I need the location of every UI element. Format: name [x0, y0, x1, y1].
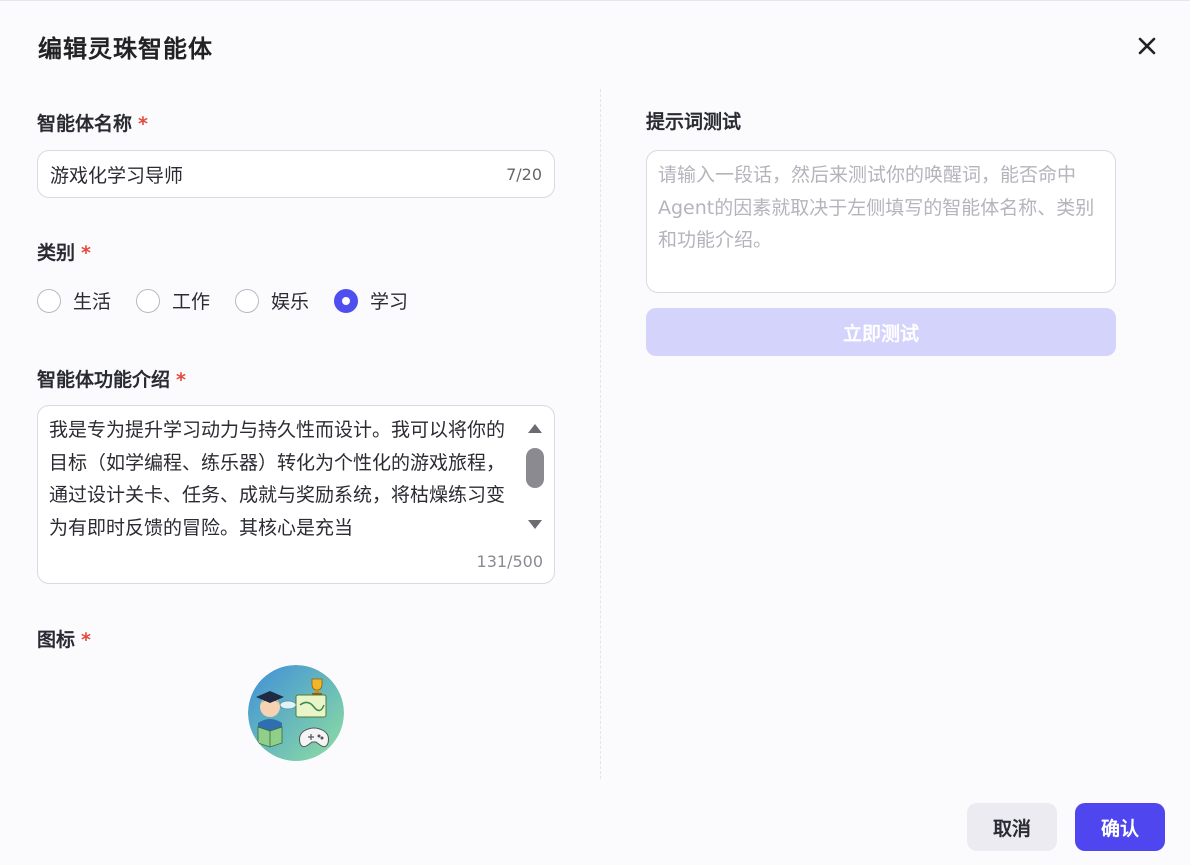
required-mark: *: [138, 113, 148, 135]
category-radio-entertainment[interactable]: 娱乐: [235, 287, 309, 314]
description-textarea[interactable]: 我是专为提升学习动力与持久性而设计。我可以将你的目标（如学编程、练乐器）转化为个…: [37, 405, 555, 584]
dialog-title: 编辑灵珠智能体: [38, 35, 213, 63]
description-text[interactable]: 我是专为提升学习动力与持久性而设计。我可以将你的目标（如学编程、练乐器）转化为个…: [49, 414, 519, 546]
category-label: 类别 *: [37, 242, 91, 264]
name-label: 智能体名称 *: [37, 113, 148, 135]
radio-circle[interactable]: [136, 288, 161, 313]
icon-label: 图标 *: [37, 629, 91, 651]
prompt-test-label: 提示词测试: [646, 111, 742, 133]
radio-circle[interactable]: [37, 288, 61, 313]
category-radio-work[interactable]: 工作: [136, 287, 210, 314]
agent-avatar[interactable]: [248, 665, 344, 761]
test-now-button[interactable]: 立即测试: [646, 308, 1116, 356]
required-mark: *: [81, 242, 91, 264]
close-button[interactable]: [1132, 31, 1162, 61]
confirm-button[interactable]: 确认: [1075, 803, 1165, 851]
radio-circle[interactable]: [235, 288, 260, 313]
edit-agent-dialog: 编辑灵珠智能体 智能体名称 * 游戏化学习导师 7/20 类别 * 生活 工作 娱乐: [0, 0, 1190, 865]
prompt-test-input[interactable]: 请输入一段话，然后来测试你的唤醒词，能否命中Agent的因素就取决于左侧填写的智…: [646, 150, 1116, 293]
column-divider: [600, 89, 601, 779]
name-char-counter: 7/20: [506, 164, 542, 184]
category-radio-group: 生活 工作 娱乐 学习: [37, 287, 433, 314]
description-label: 智能体功能介绍 *: [37, 369, 186, 391]
scrollbar-thumb[interactable]: [526, 448, 544, 488]
required-mark: *: [81, 629, 91, 651]
agent-name-value[interactable]: 游戏化学习导师: [50, 161, 506, 188]
category-radio-study[interactable]: 学习: [334, 287, 408, 314]
cancel-button[interactable]: 取消: [967, 803, 1057, 851]
agent-name-input[interactable]: 游戏化学习导师 7/20: [37, 150, 555, 198]
scroll-up-arrow-icon[interactable]: [528, 424, 542, 433]
prompt-test-placeholder[interactable]: 请输入一段话，然后来测试你的唤醒词，能否命中Agent的因素就取决于左侧填写的智…: [658, 159, 1104, 257]
scroll-down-arrow-icon[interactable]: [528, 520, 542, 529]
radio-circle-selected[interactable]: [334, 288, 359, 313]
required-mark: *: [176, 369, 186, 391]
agent-avatar-image: [248, 665, 344, 761]
close-icon: [1138, 37, 1156, 55]
description-char-counter: 131/500: [476, 552, 543, 571]
category-radio-life[interactable]: 生活: [37, 287, 111, 314]
